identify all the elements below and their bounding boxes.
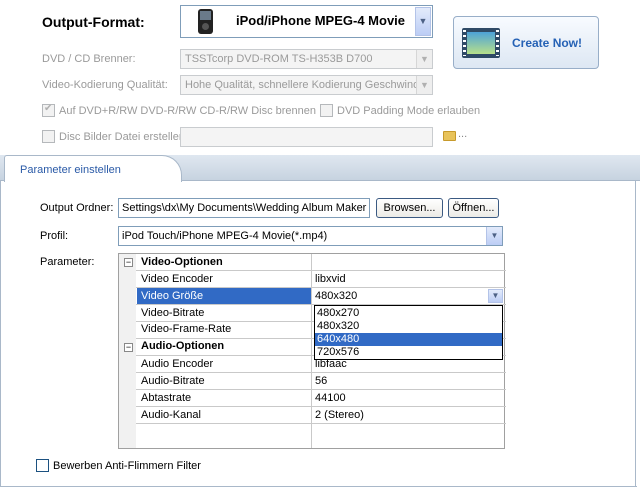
profile-select[interactable]: iPod Touch/iPhone MPEG-4 Movie(*.mp4) ▼: [118, 226, 503, 246]
output-folder-label: Output Ordner:: [40, 202, 114, 214]
row-name: Video Encoder: [141, 273, 213, 285]
browse-button[interactable]: Browsen...: [376, 198, 443, 218]
chevron-down-icon[interactable]: ▼: [416, 76, 432, 94]
dropdown-option[interactable]: 720x576: [315, 346, 502, 359]
burner-select[interactable]: TSSTcorp DVD-ROM TS-H353B D700 ▼: [180, 49, 433, 69]
row-name: Abtastrate: [141, 392, 192, 404]
row-name: Video Größe: [141, 290, 204, 302]
output-folder-value: Settings\dx\My Documents\Wedding Album M…: [122, 202, 367, 214]
browse-dots[interactable]: ...: [458, 128, 467, 140]
output-format-value: iPod/iPhone MPEG-4 Movie: [236, 13, 406, 28]
padding-label: DVD Padding Mode erlauben: [337, 105, 481, 117]
row-name: Audio-Bitrate: [141, 375, 205, 387]
row-value: libxvid: [315, 273, 346, 285]
dropdown-option[interactable]: 480x320: [315, 320, 502, 333]
profile-value: iPod Touch/iPhone MPEG-4 Movie(*.mp4): [122, 230, 328, 242]
disc-image-path-field[interactable]: [180, 127, 433, 147]
disc-image-label: Disc Bilder Datei ersteller: [59, 131, 183, 143]
video-options-header: Video-Optionen: [141, 256, 223, 268]
quality-select[interactable]: Hohe Qualität, schnellere Kodierung Gesc…: [180, 75, 433, 95]
row-name: Video-Bitrate: [141, 307, 205, 319]
row-name: Audio Encoder: [141, 358, 214, 370]
row-value: 2 (Stereo): [315, 409, 364, 421]
chevron-down-icon[interactable]: ▼: [488, 289, 503, 303]
dropdown-option-selected[interactable]: 640x480: [315, 333, 502, 346]
burner-label: DVD / CD Brenner:: [42, 53, 136, 65]
burner-value: TSSTcorp DVD-ROM TS-H353B D700: [185, 53, 373, 65]
film-icon: [462, 28, 500, 58]
output-format-select[interactable]: iPod/iPhone MPEG-4 Movie ▼: [180, 5, 433, 38]
antiflicker-checkbox[interactable]: [36, 459, 49, 472]
create-now-label: Create Now!: [512, 36, 583, 50]
row-value: 480x320: [315, 290, 358, 302]
disc-image-checkbox[interactable]: [42, 130, 55, 143]
row-value: 44100: [315, 392, 346, 404]
collapse-audio-icon[interactable]: −: [124, 343, 133, 352]
bottom-frame-line: [0, 486, 637, 487]
quality-label: Video-Kodierung Qualität:: [42, 79, 168, 91]
antiflicker-label: Bewerben Anti-Flimmern Filter: [53, 460, 201, 472]
chevron-down-icon[interactable]: ▼: [486, 227, 502, 245]
tab-parameter-settings[interactable]: Parameter einstellen: [4, 155, 182, 182]
row-name: Video-Frame-Rate: [141, 323, 232, 335]
audio-options-header: Audio-Optionen: [141, 340, 225, 352]
chevron-down-icon[interactable]: ▼: [415, 7, 431, 36]
padding-checkbox[interactable]: [320, 104, 333, 117]
grid-divider: [311, 254, 312, 448]
row-name: Audio-Kanal: [141, 409, 201, 421]
parameter-label: Parameter:: [40, 256, 95, 268]
profile-label: Profil:: [40, 230, 69, 242]
folder-icon[interactable]: [443, 131, 456, 141]
output-folder-input[interactable]: Settings\dx\My Documents\Wedding Album M…: [118, 198, 370, 218]
dropdown-option[interactable]: 480x270: [315, 307, 502, 320]
auto-burn-checkbox[interactable]: [42, 103, 55, 117]
ipod-icon: [198, 9, 213, 34]
quality-value: Hohe Qualität, schnellere Kodierung Gesc…: [185, 79, 422, 91]
video-size-dropdown-list[interactable]: 480x270 480x320 640x480 720x576: [314, 305, 503, 360]
open-button[interactable]: Öffnen...: [448, 198, 499, 218]
tab-parameter-settings-label: Parameter einstellen: [20, 164, 121, 176]
create-now-button[interactable]: Create Now!: [453, 16, 599, 69]
parameter-grid: − Video-Optionen Video Encoder libxvid V…: [118, 253, 506, 449]
row-value: 56: [315, 375, 328, 387]
chevron-down-icon[interactable]: ▼: [416, 50, 432, 68]
auto-burn-label: Auf DVD+R/RW DVD-R/RW CD-R/RW Disc brenn…: [59, 105, 317, 117]
collapse-video-icon[interactable]: −: [124, 258, 133, 267]
output-format-label: Output-Format:: [42, 14, 145, 30]
